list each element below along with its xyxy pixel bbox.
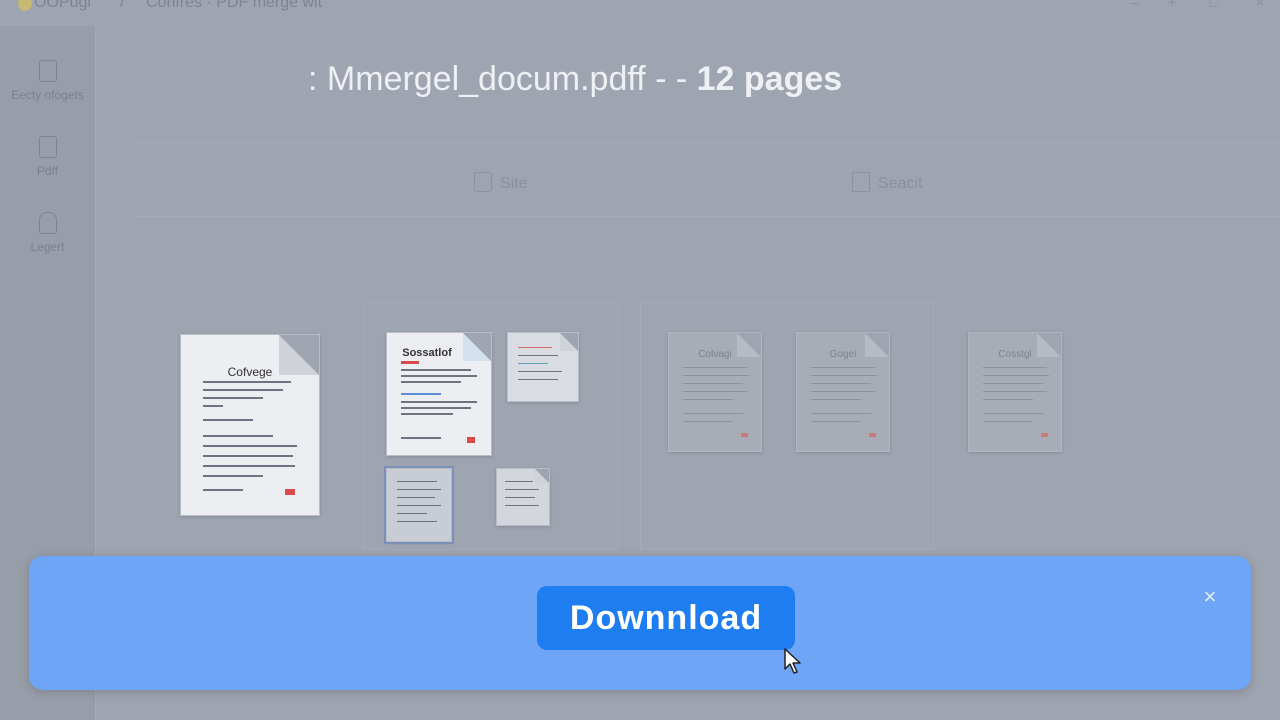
- page-thumbnail[interactable]: Colvagi: [668, 332, 762, 452]
- tool-label: Seacit: [878, 175, 923, 192]
- bookmark-icon: [852, 172, 870, 192]
- page-count: 12 pages: [696, 60, 843, 98]
- title-bar: OOPugi / Confres · PDF merge wit – + □ ×: [0, 0, 1280, 22]
- divider: [136, 142, 1280, 143]
- sidebar-item-empty-targets[interactable]: Eecty ofogets: [0, 60, 95, 102]
- page-thumbnail[interactable]: Cofvege: [180, 334, 320, 516]
- pin-icon[interactable]: +: [1164, 0, 1180, 9]
- mouse-cursor-icon: [784, 648, 801, 674]
- sidebar-item-pdf[interactable]: Pdff: [0, 136, 95, 178]
- page-thumbnail[interactable]: Cosstgl: [968, 332, 1062, 452]
- app-name: OOPugi: [34, 0, 91, 11]
- close-icon[interactable]: ×: [1199, 586, 1221, 608]
- sidebar-item-label: Eecty ofogets: [11, 88, 84, 102]
- breadcrumb-separator: /: [120, 0, 125, 11]
- page-thumbnail-title: Colvagi: [698, 349, 732, 360]
- file-icon: [38, 60, 57, 82]
- page-thumbnail[interactable]: [507, 332, 579, 402]
- tool-site-button[interactable]: Site: [474, 172, 528, 193]
- sidebar-item-label: Legert: [30, 240, 65, 254]
- tool-search-button[interactable]: Seacit: [852, 172, 922, 193]
- page-thumbnail[interactable]: [496, 468, 550, 526]
- divider: [136, 216, 1280, 217]
- page-thumbnail-selected[interactable]: [384, 466, 454, 544]
- page-thumbnail[interactable]: Sossatlof: [386, 332, 492, 456]
- page-thumbnail-title: Sossatlof: [402, 347, 452, 359]
- page-thumbnail[interactable]: Gogei: [796, 332, 890, 452]
- page-icon: [474, 172, 492, 192]
- tool-label: Site: [500, 175, 528, 192]
- window-document-title: Confres · PDF merge wit: [146, 0, 323, 11]
- download-button[interactable]: Downnload: [537, 586, 795, 650]
- lock-icon: [38, 212, 57, 234]
- app-logo-icon: [18, 0, 32, 11]
- page-title: : Mmergel_docum.pdff - - 12 pages: [308, 60, 842, 99]
- page-thumbnail-title: Cofvege: [227, 365, 273, 379]
- download-bar: Downnload ×: [29, 556, 1251, 690]
- page-thumbnail-title: Cosstgl: [998, 349, 1032, 360]
- document-filename: : Mmergel_docum.pdff - -: [308, 60, 688, 98]
- minimize-icon[interactable]: –: [1126, 0, 1142, 9]
- page-thumbnail-title: Gogei: [829, 349, 857, 360]
- maximize-icon[interactable]: □: [1206, 0, 1222, 9]
- sidebar-item-legal[interactable]: Legert: [0, 212, 95, 254]
- pdf-file-icon: [38, 136, 57, 158]
- sidebar-item-label: Pdff: [36, 164, 59, 178]
- close-window-icon[interactable]: ×: [1252, 0, 1268, 9]
